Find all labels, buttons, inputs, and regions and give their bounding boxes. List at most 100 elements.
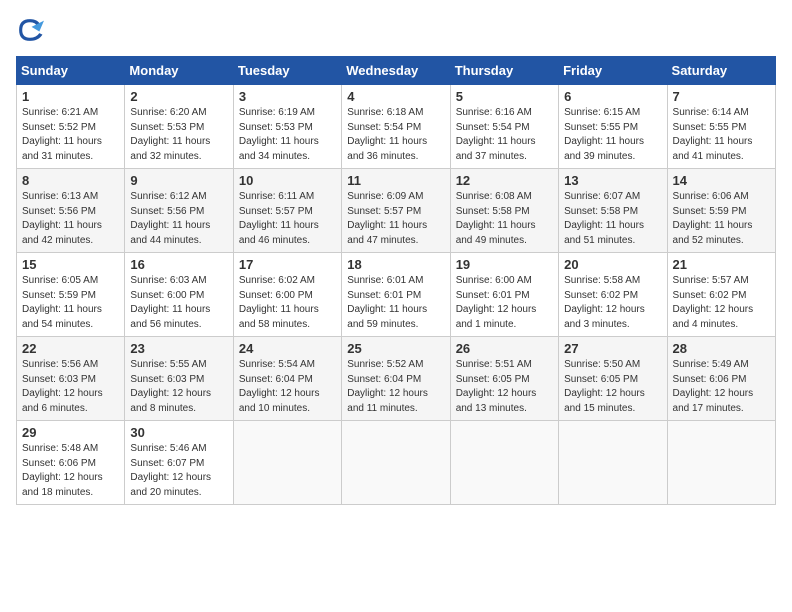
- sunrise-label: Sunrise: 6:03 AM: [130, 275, 206, 286]
- day-number: 2: [130, 89, 227, 104]
- day-number: 26: [456, 341, 553, 356]
- sunset-label: Sunset: 6:05 PM: [456, 374, 530, 385]
- sunrise-label: Sunrise: 6:09 AM: [347, 191, 423, 202]
- daylight-label: Daylight: 12 hours and 17 minutes.: [673, 388, 754, 414]
- day-info: Sunrise: 5:55 AM Sunset: 6:03 PM Dayligh…: [130, 358, 227, 416]
- day-cell-18: 18 Sunrise: 6:01 AM Sunset: 6:01 PM Dayl…: [342, 253, 450, 337]
- day-cell-17: 17 Sunrise: 6:02 AM Sunset: 6:00 PM Dayl…: [233, 253, 341, 337]
- header-row: SundayMondayTuesdayWednesdayThursdayFrid…: [17, 57, 776, 85]
- day-number: 30: [130, 425, 227, 440]
- day-number: 13: [564, 173, 661, 188]
- daylight-label: Daylight: 12 hours and 1 minute.: [456, 304, 537, 330]
- day-info: Sunrise: 6:09 AM Sunset: 5:57 PM Dayligh…: [347, 190, 444, 248]
- day-info: Sunrise: 6:00 AM Sunset: 6:01 PM Dayligh…: [456, 274, 553, 332]
- day-info: Sunrise: 6:03 AM Sunset: 6:00 PM Dayligh…: [130, 274, 227, 332]
- day-header-thursday: Thursday: [450, 57, 558, 85]
- day-cell-13: 13 Sunrise: 6:07 AM Sunset: 5:58 PM Dayl…: [559, 169, 667, 253]
- day-cell-30: 30 Sunrise: 5:46 AM Sunset: 6:07 PM Dayl…: [125, 421, 233, 505]
- week-row-1: 1 Sunrise: 6:21 AM Sunset: 5:52 PM Dayli…: [17, 85, 776, 169]
- sunrise-label: Sunrise: 5:57 AM: [673, 275, 749, 286]
- daylight-label: Daylight: 11 hours and 47 minutes.: [347, 220, 427, 246]
- sunrise-label: Sunrise: 5:55 AM: [130, 359, 206, 370]
- sunset-label: Sunset: 5:59 PM: [673, 206, 747, 217]
- sunrise-label: Sunrise: 6:05 AM: [22, 275, 98, 286]
- sunrise-label: Sunrise: 6:02 AM: [239, 275, 315, 286]
- sunset-label: Sunset: 6:03 PM: [130, 374, 204, 385]
- daylight-label: Daylight: 11 hours and 31 minutes.: [22, 136, 102, 162]
- day-cell-19: 19 Sunrise: 6:00 AM Sunset: 6:01 PM Dayl…: [450, 253, 558, 337]
- calendar-table: SundayMondayTuesdayWednesdayThursdayFrid…: [16, 56, 776, 505]
- daylight-label: Daylight: 12 hours and 18 minutes.: [22, 472, 103, 498]
- sunrise-label: Sunrise: 6:18 AM: [347, 107, 423, 118]
- sunset-label: Sunset: 5:58 PM: [564, 206, 638, 217]
- sunrise-label: Sunrise: 6:11 AM: [239, 191, 314, 202]
- week-row-2: 8 Sunrise: 6:13 AM Sunset: 5:56 PM Dayli…: [17, 169, 776, 253]
- day-number: 16: [130, 257, 227, 272]
- day-info: Sunrise: 5:54 AM Sunset: 6:04 PM Dayligh…: [239, 358, 336, 416]
- day-info: Sunrise: 6:11 AM Sunset: 5:57 PM Dayligh…: [239, 190, 336, 248]
- sunset-label: Sunset: 6:01 PM: [347, 290, 421, 301]
- day-info: Sunrise: 5:57 AM Sunset: 6:02 PM Dayligh…: [673, 274, 770, 332]
- sunrise-label: Sunrise: 6:21 AM: [22, 107, 98, 118]
- day-cell-24: 24 Sunrise: 5:54 AM Sunset: 6:04 PM Dayl…: [233, 337, 341, 421]
- daylight-label: Daylight: 11 hours and 51 minutes.: [564, 220, 644, 246]
- sunset-label: Sunset: 6:02 PM: [564, 290, 638, 301]
- empty-cell: [667, 421, 775, 505]
- sunset-label: Sunset: 5:59 PM: [22, 290, 96, 301]
- daylight-label: Daylight: 12 hours and 4 minutes.: [673, 304, 754, 330]
- day-number: 21: [673, 257, 770, 272]
- day-number: 15: [22, 257, 119, 272]
- day-number: 5: [456, 89, 553, 104]
- day-number: 4: [347, 89, 444, 104]
- logo-icon: [16, 16, 44, 44]
- day-header-tuesday: Tuesday: [233, 57, 341, 85]
- day-cell-20: 20 Sunrise: 5:58 AM Sunset: 6:02 PM Dayl…: [559, 253, 667, 337]
- day-number: 27: [564, 341, 661, 356]
- daylight-label: Daylight: 11 hours and 41 minutes.: [673, 136, 753, 162]
- sunrise-label: Sunrise: 6:00 AM: [456, 275, 532, 286]
- day-number: 25: [347, 341, 444, 356]
- day-info: Sunrise: 6:06 AM Sunset: 5:59 PM Dayligh…: [673, 190, 770, 248]
- logo: [16, 16, 48, 44]
- day-info: Sunrise: 6:18 AM Sunset: 5:54 PM Dayligh…: [347, 106, 444, 164]
- day-cell-1: 1 Sunrise: 6:21 AM Sunset: 5:52 PM Dayli…: [17, 85, 125, 169]
- sunset-label: Sunset: 6:06 PM: [22, 458, 96, 469]
- day-info: Sunrise: 6:15 AM Sunset: 5:55 PM Dayligh…: [564, 106, 661, 164]
- sunrise-label: Sunrise: 5:56 AM: [22, 359, 98, 370]
- day-cell-21: 21 Sunrise: 5:57 AM Sunset: 6:02 PM Dayl…: [667, 253, 775, 337]
- sunrise-label: Sunrise: 6:12 AM: [130, 191, 206, 202]
- sunrise-label: Sunrise: 6:08 AM: [456, 191, 532, 202]
- day-cell-11: 11 Sunrise: 6:09 AM Sunset: 5:57 PM Dayl…: [342, 169, 450, 253]
- day-number: 6: [564, 89, 661, 104]
- sunset-label: Sunset: 6:02 PM: [673, 290, 747, 301]
- sunrise-label: Sunrise: 5:46 AM: [130, 443, 206, 454]
- sunrise-label: Sunrise: 5:51 AM: [456, 359, 532, 370]
- sunrise-label: Sunrise: 6:15 AM: [564, 107, 640, 118]
- daylight-label: Daylight: 11 hours and 36 minutes.: [347, 136, 427, 162]
- day-info: Sunrise: 5:51 AM Sunset: 6:05 PM Dayligh…: [456, 358, 553, 416]
- sunset-label: Sunset: 5:56 PM: [22, 206, 96, 217]
- day-number: 17: [239, 257, 336, 272]
- sunset-label: Sunset: 5:52 PM: [22, 122, 96, 133]
- daylight-label: Daylight: 11 hours and 54 minutes.: [22, 304, 102, 330]
- sunset-label: Sunset: 5:56 PM: [130, 206, 204, 217]
- day-cell-25: 25 Sunrise: 5:52 AM Sunset: 6:04 PM Dayl…: [342, 337, 450, 421]
- week-row-5: 29 Sunrise: 5:48 AM Sunset: 6:06 PM Dayl…: [17, 421, 776, 505]
- sunrise-label: Sunrise: 5:50 AM: [564, 359, 640, 370]
- day-cell-4: 4 Sunrise: 6:18 AM Sunset: 5:54 PM Dayli…: [342, 85, 450, 169]
- day-info: Sunrise: 6:05 AM Sunset: 5:59 PM Dayligh…: [22, 274, 119, 332]
- day-cell-10: 10 Sunrise: 6:11 AM Sunset: 5:57 PM Dayl…: [233, 169, 341, 253]
- sunset-label: Sunset: 5:54 PM: [456, 122, 530, 133]
- daylight-label: Daylight: 11 hours and 44 minutes.: [130, 220, 210, 246]
- day-number: 9: [130, 173, 227, 188]
- daylight-label: Daylight: 11 hours and 37 minutes.: [456, 136, 536, 162]
- daylight-label: Daylight: 12 hours and 11 minutes.: [347, 388, 428, 414]
- day-number: 18: [347, 257, 444, 272]
- daylight-label: Daylight: 11 hours and 58 minutes.: [239, 304, 319, 330]
- day-info: Sunrise: 5:52 AM Sunset: 6:04 PM Dayligh…: [347, 358, 444, 416]
- day-info: Sunrise: 6:19 AM Sunset: 5:53 PM Dayligh…: [239, 106, 336, 164]
- daylight-label: Daylight: 11 hours and 59 minutes.: [347, 304, 427, 330]
- day-number: 20: [564, 257, 661, 272]
- day-number: 11: [347, 173, 444, 188]
- day-cell-2: 2 Sunrise: 6:20 AM Sunset: 5:53 PM Dayli…: [125, 85, 233, 169]
